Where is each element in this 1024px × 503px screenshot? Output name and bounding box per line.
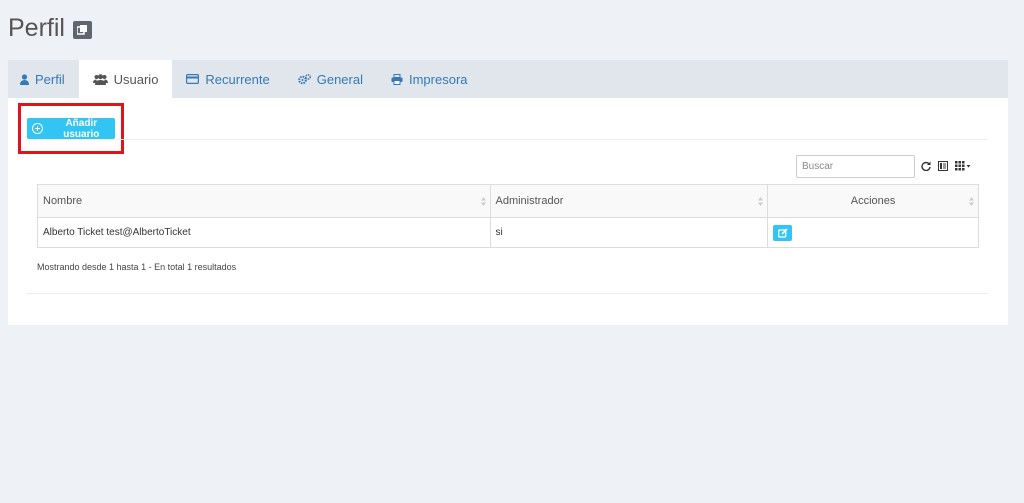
column-header-administrador[interactable]: Administrador <box>490 184 769 218</box>
users-table: Nombre Administrador Acciones Alberto Ti… <box>37 184 979 248</box>
users-icon <box>92 73 108 85</box>
tab-content-panel: Añadir usuario Nombre Administrador <box>8 98 1008 325</box>
add-user-button[interactable]: Añadir usuario <box>27 117 115 140</box>
refresh-icon[interactable] <box>921 161 931 171</box>
cell-acciones <box>768 218 979 248</box>
toggle-view-icon[interactable] <box>938 161 948 171</box>
export-icon[interactable] <box>72 20 92 39</box>
tab-label: Impresora <box>408 71 468 87</box>
gears-icon <box>297 73 311 85</box>
edit-icon <box>777 227 788 238</box>
column-header-acciones[interactable]: Acciones <box>767 184 979 218</box>
sort-icon <box>480 197 486 206</box>
tab-label: General <box>316 71 363 87</box>
page-title: Perfil <box>8 14 92 43</box>
column-header-label: Nombre <box>43 195 83 207</box>
tab-label: Perfil <box>35 71 65 87</box>
table-toolbar <box>921 158 971 174</box>
tab-bar: Perfil Usuario Recurrente General Impres… <box>8 60 1008 98</box>
tab-general[interactable]: General <box>284 60 377 98</box>
page-title-text: Perfil <box>8 14 65 42</box>
user-icon <box>20 73 29 85</box>
tab-usuario[interactable]: Usuario <box>78 60 173 98</box>
add-user-label: Añadir usuario <box>63 117 100 140</box>
divider <box>26 293 988 294</box>
sort-icon <box>758 197 764 206</box>
tab-label: Recurrente <box>205 71 270 87</box>
column-header-label: Acciones <box>850 195 896 207</box>
credit-card-icon <box>186 74 200 84</box>
divider <box>26 139 988 140</box>
cell-nombre: Alberto Ticket test@AlbertoTicket <box>37 217 491 248</box>
edit-button[interactable] <box>773 224 793 241</box>
search-input[interactable] <box>796 155 915 178</box>
column-header-nombre[interactable]: Nombre <box>37 184 491 218</box>
tab-label: Usuario <box>113 71 159 87</box>
tab-perfil[interactable]: Perfil <box>8 60 79 98</box>
cell-administrador: si <box>490 217 769 248</box>
table-header-row: Nombre Administrador Acciones <box>37 184 979 218</box>
table-row: Alberto Ticket test@AlbertoTicket si <box>37 217 979 248</box>
pagination-summary: Mostrando desde 1 hasta 1 - En total 1 r… <box>37 262 237 272</box>
printer-icon <box>391 73 403 85</box>
column-header-label: Administrador <box>495 195 564 207</box>
sort-icon <box>969 197 974 206</box>
tab-recurrente[interactable]: Recurrente <box>172 60 283 98</box>
plus-circle-icon <box>32 123 43 134</box>
tab-impresora[interactable]: Impresora <box>377 60 482 98</box>
columns-icon[interactable] <box>955 161 971 171</box>
